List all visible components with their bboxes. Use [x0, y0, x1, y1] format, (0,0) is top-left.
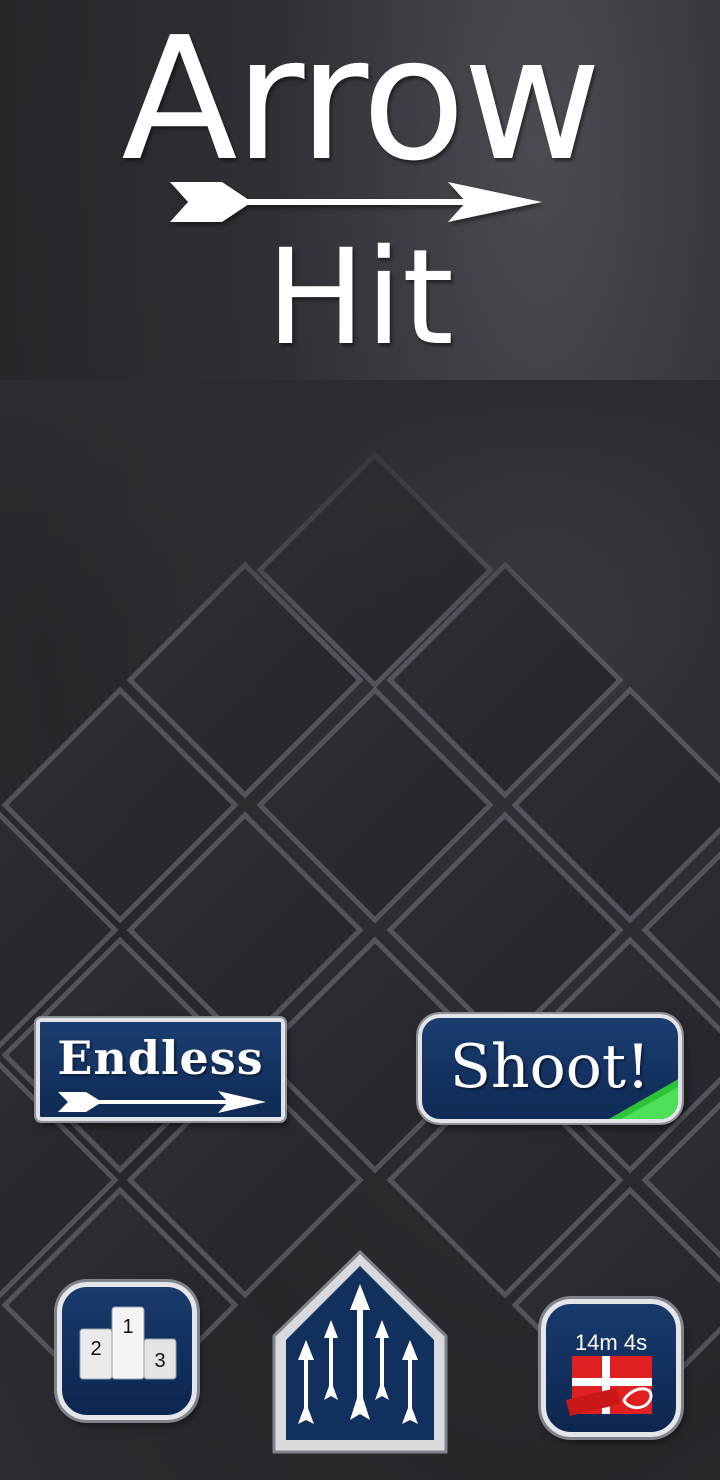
shoot-button[interactable]: Shoot!	[418, 1014, 682, 1123]
podium-place-2: 2	[90, 1338, 101, 1360]
endless-label: Endless	[57, 1031, 264, 1085]
podium-place-1: 1	[122, 1316, 133, 1338]
arrows-button[interactable]	[272, 1249, 448, 1454]
leaderboard-button[interactable]: 1 2 3	[57, 1282, 197, 1420]
arrows-icon	[272, 1249, 448, 1454]
endless-button[interactable]: Endless	[36, 1018, 285, 1121]
podium-place-3: 3	[154, 1350, 165, 1372]
title-arrow-word: Arrow	[121, 1, 601, 199]
gift-button[interactable]: 14m 4s	[541, 1299, 681, 1437]
shoot-progress-indicator	[608, 1079, 678, 1119]
endless-arrow-icon	[58, 1091, 266, 1113]
gift-icon	[566, 1356, 653, 1416]
podium-icon: 1 2 3	[79, 1306, 177, 1380]
title-hit-word: Hit	[266, 221, 454, 375]
